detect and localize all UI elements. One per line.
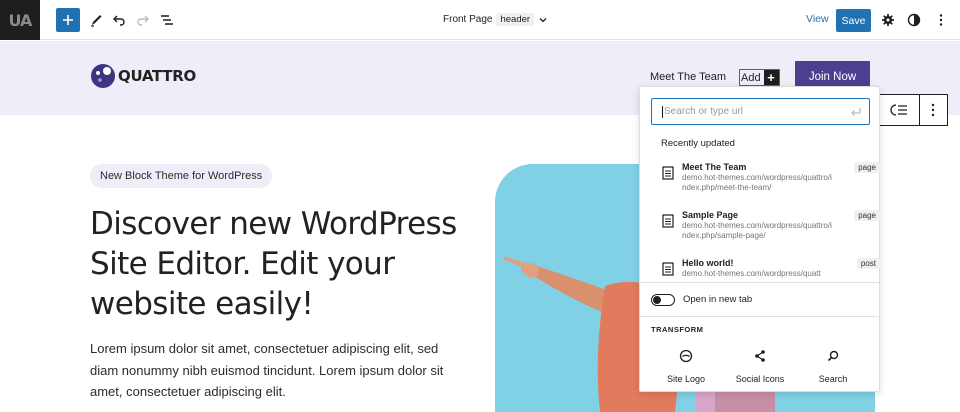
add-block-button[interactable]: [56, 8, 80, 32]
plus-icon: [63, 15, 73, 25]
plus-icon: +: [763, 70, 779, 85]
pencil-icon: [91, 15, 102, 27]
share-icon: [755, 350, 765, 362]
hero-badge: New Block Theme for WordPress: [90, 164, 273, 188]
text-cursor: [662, 105, 663, 118]
link-search-placeholder: Search or type url: [664, 106, 743, 117]
link-search-input[interactable]: Search or type url: [651, 98, 870, 125]
result-type-badge: post: [856, 258, 880, 269]
site-title: QUATTRO: [118, 67, 196, 85]
result-type-badge: page: [854, 210, 880, 221]
template-part-tag: header: [496, 13, 535, 26]
save-button[interactable]: Save: [836, 9, 871, 32]
nav-add-link-button[interactable]: Add +: [739, 69, 780, 86]
styles-button[interactable]: [902, 8, 926, 32]
page-icon: [662, 214, 674, 228]
nav-item-meet-the-team[interactable]: Meet The Team: [650, 71, 726, 83]
options-button[interactable]: [929, 8, 953, 32]
document-title-bar[interactable]: Front Page header: [443, 13, 548, 26]
editor-top-toolbar: UA Front Page header View Save: [0, 0, 960, 40]
nav-add-label: Add: [741, 71, 761, 84]
site-icon-text: UA: [8, 10, 33, 30]
navigation-block-button[interactable]: [879, 95, 920, 125]
chevron-down-icon: [539, 17, 547, 22]
page-icon: [662, 166, 674, 180]
post-icon: [662, 262, 674, 276]
navigation-icon: [890, 104, 907, 116]
result-url: demo.hot-themes.com/wordpress/quattro/in…: [682, 173, 832, 192]
more-vertical-icon: [939, 14, 943, 26]
divider: [640, 282, 879, 283]
toggle-knob: [653, 296, 661, 304]
transform-heading: TRANSFORM: [651, 325, 704, 334]
result-title: Sample Page: [682, 210, 739, 220]
hero-title: Discover new WordPress Site Editor. Edit…: [90, 206, 457, 322]
contrast-icon: [907, 13, 921, 27]
settings-button[interactable]: [876, 8, 900, 32]
undo-icon: [113, 15, 125, 26]
search-icon: [827, 350, 839, 362]
recently-updated-label: Recently updated: [661, 138, 735, 149]
list-view-button[interactable]: [155, 8, 179, 32]
view-link[interactable]: View: [806, 13, 829, 25]
redo-button[interactable]: [131, 8, 155, 32]
transform-label: Site Logo: [666, 374, 706, 384]
transform-site-logo[interactable]: Site Logo: [656, 349, 716, 387]
quattro-logo-icon: [91, 64, 115, 88]
block-toolbar: [878, 94, 948, 126]
transform-label: Social Icons: [735, 374, 785, 384]
open-new-tab-toggle[interactable]: [651, 294, 675, 306]
transform-search[interactable]: Search: [803, 349, 863, 387]
enter-icon[interactable]: [849, 105, 863, 119]
gear-icon: [882, 14, 894, 26]
block-options-button[interactable]: [920, 95, 947, 125]
tools-button[interactable]: [84, 8, 108, 32]
transform-social-icons[interactable]: Social Icons: [730, 349, 790, 387]
result-type-badge: page: [854, 162, 880, 173]
link-control-popover: Search or type url Recently updated Meet…: [639, 86, 880, 392]
result-title: Hello world!: [682, 258, 734, 268]
result-title: Meet The Team: [682, 162, 747, 172]
undo-button[interactable]: [107, 8, 131, 32]
transform-label: Search: [818, 374, 848, 384]
site-logo-icon: [679, 349, 693, 363]
divider: [640, 316, 879, 317]
site-logo[interactable]: QUATTRO: [90, 63, 196, 89]
result-url: demo.hot-themes.com/wordpress/quattro/in…: [682, 221, 832, 240]
result-url: demo.hot-themes.com/wordpress/quatt: [682, 269, 821, 278]
site-icon-button[interactable]: UA: [0, 0, 40, 40]
list-view-icon: [161, 15, 173, 25]
redo-icon: [137, 15, 149, 26]
document-title: Front Page: [443, 14, 493, 25]
more-vertical-icon: [932, 103, 935, 117]
hero-text: Lorem ipsum dolor sit amet, consectetuer…: [90, 341, 444, 399]
open-new-tab-label: Open in new tab: [683, 294, 753, 305]
